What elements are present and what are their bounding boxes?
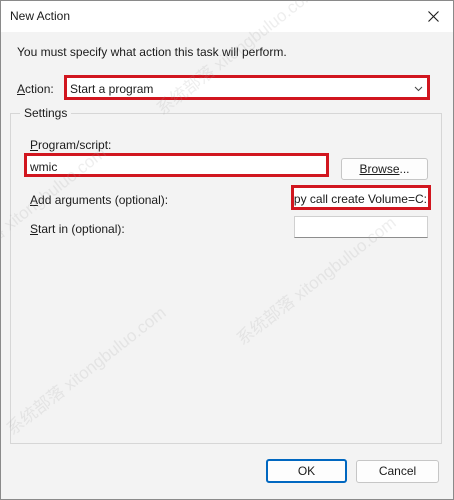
title-bar[interactable]: New Action bbox=[1, 1, 453, 32]
instruction-text: You must specify what action this task w… bbox=[17, 45, 287, 59]
window-title: New Action bbox=[10, 9, 71, 23]
program-script-label: Program/script: bbox=[30, 138, 112, 152]
action-selected-value: Start a program bbox=[70, 82, 154, 96]
action-dropdown[interactable]: Start a program bbox=[64, 75, 430, 100]
arguments-value: py call create Volume=C: bbox=[293, 192, 427, 206]
settings-legend: Settings bbox=[20, 106, 72, 120]
close-button[interactable] bbox=[413, 1, 453, 32]
browse-button[interactable]: Browse... bbox=[341, 158, 428, 180]
close-icon bbox=[427, 11, 439, 22]
action-label: Action: bbox=[17, 82, 54, 96]
start-in-input[interactable] bbox=[294, 216, 428, 238]
program-script-value: wmic bbox=[30, 160, 58, 174]
start-in-label: Start in (optional): bbox=[30, 222, 125, 236]
arguments-label: Add arguments (optional): bbox=[30, 193, 169, 207]
new-action-dialog: New Action You must specify what action … bbox=[0, 0, 454, 500]
program-script-input[interactable]: wmic bbox=[24, 153, 329, 177]
arguments-input[interactable]: py call create Volume=C: bbox=[291, 185, 431, 210]
cancel-button[interactable]: Cancel bbox=[356, 460, 439, 483]
chevron-down-icon bbox=[414, 86, 423, 92]
ok-button[interactable]: OK bbox=[266, 459, 347, 483]
